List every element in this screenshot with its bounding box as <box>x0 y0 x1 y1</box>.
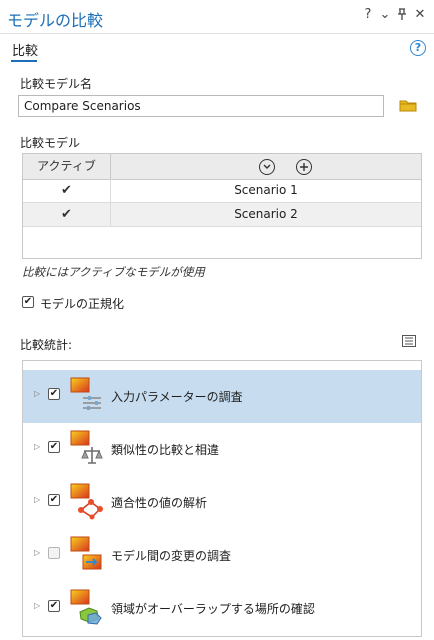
expand-icon[interactable]: ▷ <box>34 389 40 398</box>
stats-label: 比較統計: <box>20 338 73 352</box>
list-item[interactable]: ▷ モデル間の変更の調査 <box>23 529 421 582</box>
options-dropdown-icon[interactable]: ⌄ <box>378 8 392 22</box>
item-label: 適合性の値の解析 <box>111 496 208 510</box>
help-icon[interactable]: ? <box>410 40 426 56</box>
active-models-hint: 比較にはアクティブなモデルが使用 <box>22 265 205 279</box>
model-name-label: 比較モデル名 <box>20 77 93 91</box>
models-table: アクティブ ✔ Scenario 1 ✔ Scenario 2 <box>22 153 422 259</box>
table-row[interactable]: ✔ Scenario 2 <box>23 203 421 227</box>
models-label: 比較モデル <box>20 136 81 150</box>
tab-compare[interactable]: 比較 <box>12 40 38 59</box>
active-check[interactable]: ✔ <box>23 179 111 202</box>
tab-underline <box>11 60 37 62</box>
item-label: モデル間の変更の調査 <box>111 549 232 563</box>
list-item[interactable]: ▷ ✔ 領域がオーバーラップする場所の確認 <box>23 582 421 635</box>
title-bar: モデルの比較 ? ⌄ ✕ <box>0 0 434 34</box>
item-label: 類似性の比較と相違 <box>111 443 220 457</box>
sliders-icon <box>69 376 103 414</box>
close-icon[interactable]: ✕ <box>413 8 427 22</box>
pin-icon[interactable] <box>395 8 409 25</box>
list-item[interactable]: ▷ ✔ 適合性の値の解析 <box>23 476 421 529</box>
item-label: 入力パラメーターの調査 <box>111 390 243 404</box>
model-name-input[interactable]: Compare Scenarios <box>18 95 384 117</box>
help-control[interactable]: ? <box>361 8 375 22</box>
stats-list: ▷ ✔ 入力パラメーターの調査 ▷ ✔ 類似性の比較と相違 ▷ ✔ 適合性の値の… <box>22 360 422 637</box>
list-view-icon[interactable] <box>402 335 416 347</box>
item-checkbox[interactable] <box>48 547 60 559</box>
add-icon[interactable] <box>296 159 312 175</box>
active-check[interactable]: ✔ <box>23 203 111 226</box>
normalize-checkbox[interactable]: ✔ <box>22 296 34 308</box>
folder-icon[interactable] <box>399 98 417 112</box>
expand-icon[interactable]: ▷ <box>34 495 40 504</box>
expand-icon[interactable]: ▷ <box>34 548 40 557</box>
item-checkbox[interactable]: ✔ <box>48 441 60 453</box>
overlap-icon <box>69 588 103 626</box>
item-label: 領域がオーバーラップする場所の確認 <box>111 602 315 616</box>
network-icon <box>69 482 103 520</box>
move-down-icon[interactable] <box>259 159 275 175</box>
item-checkbox[interactable]: ✔ <box>48 494 60 506</box>
arrow-change-icon <box>69 535 103 573</box>
item-checkbox[interactable]: ✔ <box>48 388 60 400</box>
table-row[interactable]: ✔ Scenario 1 <box>23 179 421 203</box>
scenario-name: Scenario 2 <box>234 207 298 221</box>
column-header-active[interactable]: アクティブ <box>23 154 111 179</box>
table-header: アクティブ <box>23 154 421 180</box>
window-title: モデルの比較 <box>7 11 104 30</box>
expand-icon[interactable]: ▷ <box>34 601 40 610</box>
scale-icon <box>69 429 103 467</box>
item-checkbox[interactable]: ✔ <box>48 600 60 612</box>
list-item[interactable]: ▷ ✔ 類似性の比較と相違 <box>23 423 421 476</box>
normalize-label: モデルの正規化 <box>40 297 125 311</box>
scenario-name: Scenario 1 <box>234 183 298 197</box>
list-item[interactable]: ▷ ✔ 入力パラメーターの調査 <box>23 370 421 423</box>
expand-icon[interactable]: ▷ <box>34 442 40 451</box>
